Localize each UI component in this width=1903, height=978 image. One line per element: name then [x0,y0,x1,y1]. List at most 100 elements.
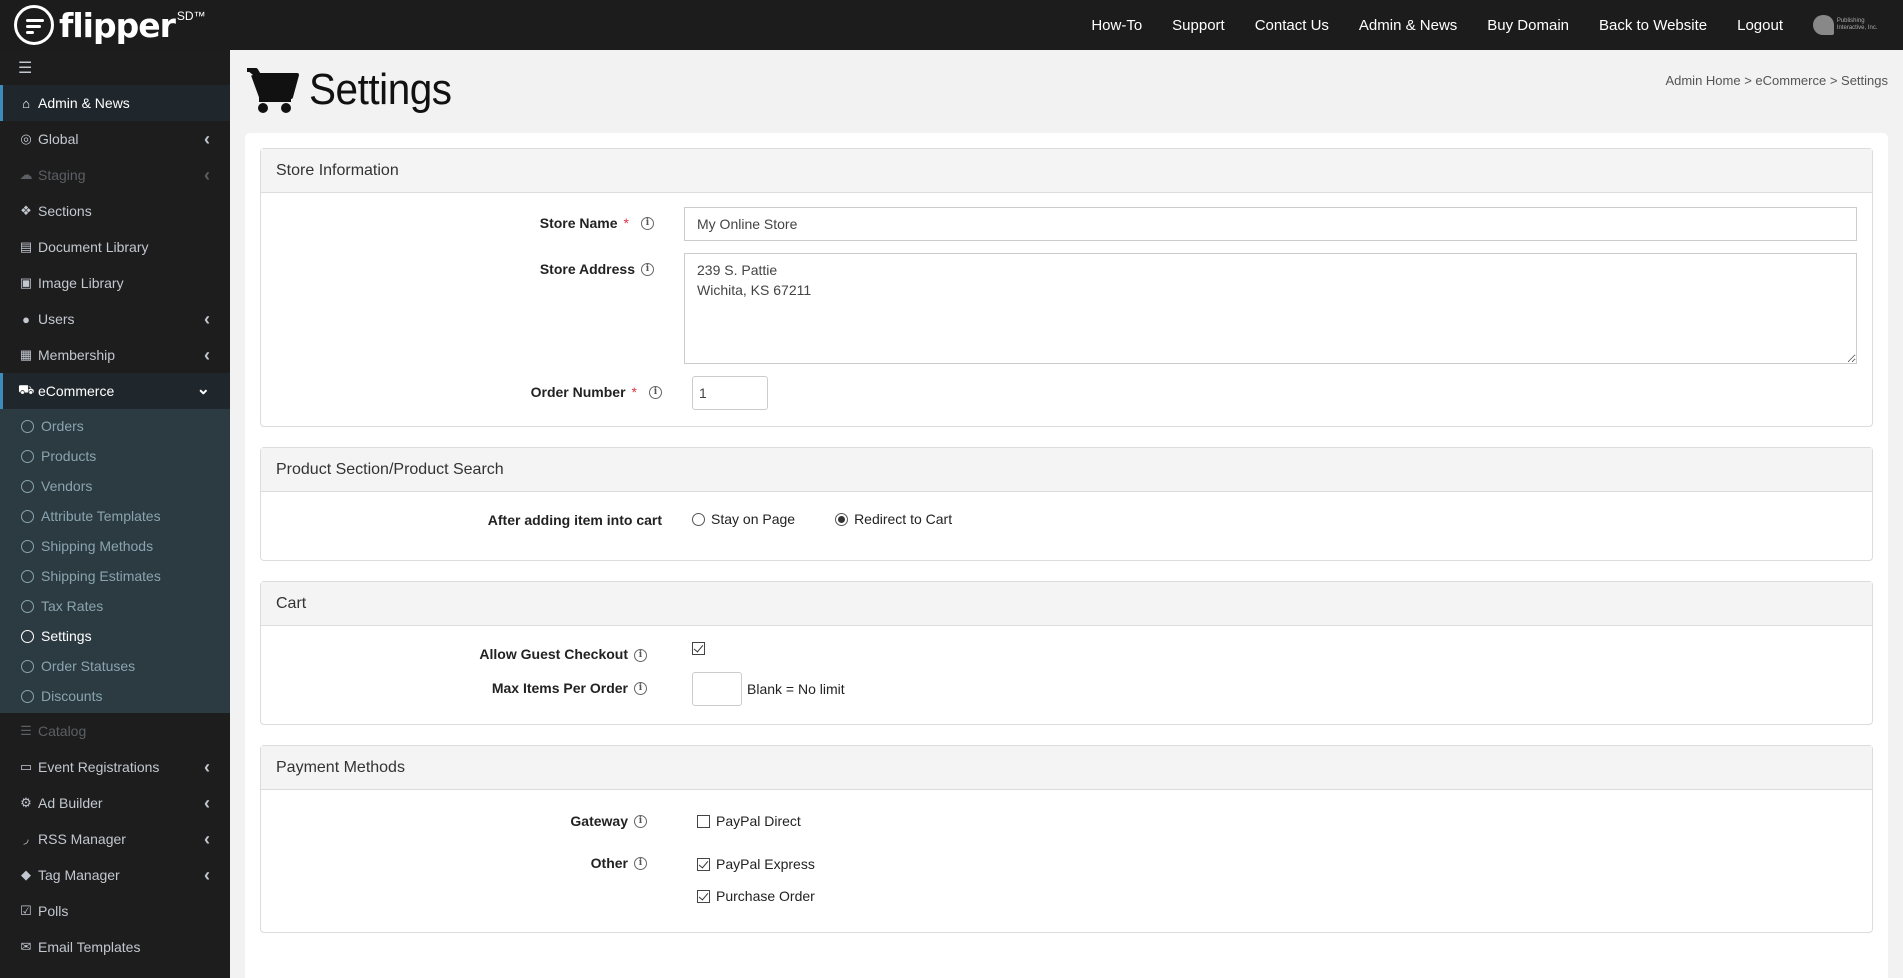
circle-icon [21,599,34,613]
chevron-left-icon[interactable]: ‹ [204,865,210,886]
submenu-item-products[interactable]: Products [0,441,230,471]
tag-icon: ◆ [21,867,31,882]
sidebar-item-tag-manager[interactable]: ◆ Tag Manager ‹ [0,857,230,893]
sidebar-item-label: Image Library [38,275,124,291]
payment-methods-card: Payment Methods Gateway i PayPal Direct [260,745,1873,933]
sidebar-item-document-library[interactable]: ▤ Document Library [0,229,230,265]
chevron-left-icon[interactable]: ‹ [204,129,210,150]
info-icon[interactable]: i [634,649,647,662]
check-square-icon: ☑ [20,903,32,918]
cart-icon [247,68,299,113]
info-icon[interactable]: i [649,385,662,399]
checkbox[interactable] [697,814,710,828]
submenu-item-order-statuses[interactable]: Order Statuses [0,651,230,681]
sidebar-item-staging[interactable]: ☁ Staging ‹ [0,157,230,193]
sidebar-item-event-registrations[interactable]: ▭ Event Registrations ‹ [0,749,230,785]
list-icon: ☰ [20,723,32,738]
sidebar-item-admin-news[interactable]: ⌂ Admin & News [0,85,230,121]
main-content: Settings Admin Home > eCommerce > Settin… [230,50,1903,978]
sidebar-item-label: Staging [38,167,86,183]
order-number-input[interactable] [692,376,768,410]
sidebar-item-users[interactable]: ● Users ‹ [0,301,230,337]
id-card-icon: ▦ [19,347,33,362]
circle-icon [21,509,34,523]
info-icon[interactable]: i [634,814,647,828]
checkbox[interactable] [697,857,710,871]
chevron-left-icon[interactable]: ‹ [204,345,210,366]
submenu-item-settings[interactable]: Settings [0,621,230,651]
max-items-input[interactable] [692,672,742,706]
info-icon[interactable]: i [634,856,647,870]
nav-contact-us[interactable]: Contact Us [1255,17,1329,34]
checkbox-paypal-express[interactable]: PayPal Express [697,854,815,874]
store-address-textarea[interactable]: 239 S. Pattie Wichita, KS 67211 [684,253,1857,364]
radio-stay-on-page[interactable]: Stay on Page [692,511,795,527]
submenu-item-shipping-methods[interactable]: Shipping Methods [0,531,230,561]
user-icon: ● [22,311,30,327]
nav-support[interactable]: Support [1172,17,1225,34]
info-icon[interactable]: i [641,262,654,276]
sidebar-item-ad-builder[interactable]: ⚙ Ad Builder ‹ [0,785,230,821]
sidebar-item-style-sheets-css[interactable]: ▧Style Sheets - CSS [0,965,230,978]
breadcrumb[interactable]: Admin Home > eCommerce > Settings [1665,73,1888,88]
rss-icon: ◞ [23,831,29,846]
card-title: Product Section/Product Search [261,448,1872,492]
sidebar-item-catalog[interactable]: ☰ Catalog [0,713,230,749]
sidebar-item-label: Polls [38,903,69,919]
sidebar-item-rss-manager[interactable]: ◞ RSS Manager ‹ [0,821,230,857]
sidebar-item-label: Admin & News [38,95,130,111]
chevron-down-icon[interactable]: ⌄ [197,379,210,399]
ticket-icon: ▭ [19,759,33,774]
checkbox-purchase-order[interactable]: Purchase Order [697,886,815,906]
chevron-left-icon[interactable]: ‹ [204,757,210,778]
nav-logout[interactable]: Logout [1737,17,1783,34]
submenu-item-label: Discounts [41,688,103,704]
nav-back-to-website[interactable]: Back to Website [1599,17,1707,34]
nav-admin-news[interactable]: Admin & News [1359,17,1457,34]
submenu-item-discounts[interactable]: Discounts [0,681,230,711]
home-icon: ⌂ [22,95,30,111]
checkbox[interactable] [697,889,710,903]
book-icon: ▤ [19,239,33,254]
store-name-input[interactable] [684,207,1857,241]
submenu-item-shipping-estimates[interactable]: Shipping Estimates [0,561,230,591]
info-icon[interactable]: i [634,681,647,695]
chevron-left-icon[interactable]: ‹ [204,165,210,186]
envelope-icon: ✉ [20,939,32,954]
nav-buy-domain[interactable]: Buy Domain [1487,17,1569,34]
submenu-item-orders[interactable]: Orders [0,411,230,441]
product-section-card: Product Section/Product Search After add… [260,447,1873,561]
sidebar-item-global[interactable]: ◎ Global ‹ [0,121,230,157]
nav-how-to[interactable]: How-To [1091,17,1142,34]
sidebar-item-polls[interactable]: ☑ Polls [0,893,230,929]
sidebar-item-sections[interactable]: ❖ Sections [0,193,230,229]
sidebar-item-membership[interactable]: ▦ Membership ‹ [0,337,230,373]
after-add-label: After adding item into cart [487,512,662,528]
sidebar-item-ecommerce[interactable]: ⛟ eCommerce ⌄ [0,373,230,409]
checkbox-paypal-direct[interactable]: PayPal Direct [697,813,801,829]
chevron-left-icon[interactable]: ‹ [204,793,210,814]
chevron-left-icon[interactable]: ‹ [204,309,210,330]
flipper-logo[interactable]: flipper SD™ [14,5,206,45]
radio-button[interactable] [835,512,849,526]
sidebar-item-email-templates[interactable]: ✉ Email Templates [0,929,230,965]
submenu-item-label: Settings [41,628,92,644]
submenu-item-vendors[interactable]: Vendors [0,471,230,501]
publishing-interactive-logo[interactable]: Publishing Interactive, Inc. [1813,12,1889,38]
guest-checkout-label: Allow Guest Checkout i [276,642,647,662]
guest-checkout-checkbox[interactable] [692,642,705,655]
chevron-left-icon[interactable]: ‹ [204,829,210,850]
submenu-item-attribute-templates[interactable]: Attribute Templates [0,501,230,531]
radio-redirect-to-cart[interactable]: Redirect to Cart [835,511,952,527]
sidebar-toggle[interactable]: ☰ [0,50,230,85]
page-header: Settings [245,65,464,115]
info-icon[interactable]: i [641,216,654,230]
submenu-item-tax-rates[interactable]: Tax Rates [0,591,230,621]
circle-icon [21,659,34,673]
sidebar-item-image-library[interactable]: ▣ Image Library [0,265,230,301]
sidebar-item-label: Membership [38,347,116,363]
sidebar-item-label: Ad Builder [38,795,103,811]
submenu-item-label: Vendors [41,478,93,494]
submenu-item-label: Products [41,448,97,464]
radio-button[interactable] [692,512,705,526]
